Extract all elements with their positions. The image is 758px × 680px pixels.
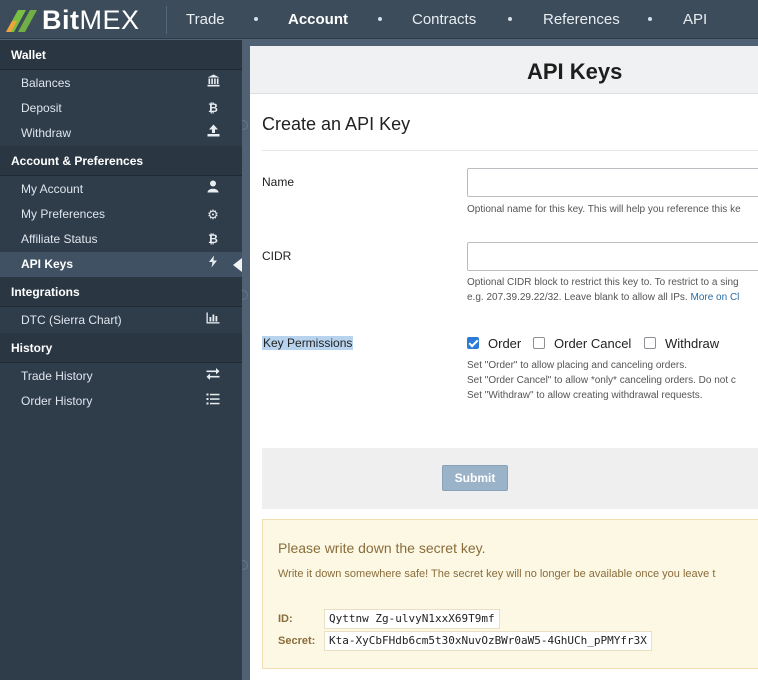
cidr-label: CIDR: [262, 249, 292, 263]
nav-dot: [508, 17, 512, 21]
withdraw-checkbox-label[interactable]: Withdraw: [665, 336, 719, 351]
nav-dot: [648, 17, 652, 21]
cidr-help-text: Optional CIDR block to restrict this key…: [467, 277, 739, 288]
sidebar-item-affiliate-status[interactable]: Affiliate Status ₿: [0, 227, 242, 252]
permission-help-text: Set "Order Cancel" to allow *only* cance…: [467, 375, 736, 386]
top-nav: BitMEX Trade Account Contracts Reference…: [0, 0, 758, 39]
page-header: API Keys: [250, 46, 758, 94]
sidebar-item-balances[interactable]: Balances: [0, 71, 242, 96]
page-title: API Keys: [527, 59, 623, 84]
nav-dot: [254, 17, 258, 21]
withdraw-checkbox[interactable]: [644, 337, 656, 349]
sidebar-item-order-history[interactable]: Order History: [0, 389, 242, 414]
name-input[interactable]: [467, 168, 758, 197]
secret-key-title: Please write down the secret key.: [278, 540, 486, 556]
sidebar-item-deposit[interactable]: Deposit ₿: [0, 96, 242, 121]
sidebar-item-dtc[interactable]: DTC (Sierra Chart): [0, 308, 242, 333]
gear-icon: ⚙: [207, 207, 219, 222]
sidebar-item-label: My Preferences: [21, 207, 106, 221]
sidebar-item-withdraw[interactable]: Withdraw: [0, 121, 242, 146]
secret-value[interactable]: Kta-XyCbFHdb6cm5t30xNuvOzBWr0aW5-4GhUCh_…: [324, 631, 652, 651]
sidebar-item-label: Trade History: [21, 369, 93, 383]
bitcoin-icon: ₿: [208, 232, 218, 246]
permission-help-text: Set "Order" to allow placing and canceli…: [467, 360, 687, 371]
sidebar-item-label: Withdraw: [21, 126, 72, 140]
sidebar-heading-account: Account & Preferences: [0, 146, 242, 176]
user-icon: [204, 177, 222, 202]
sidebar-item-label: Deposit: [21, 101, 62, 115]
sidebar-heading-integrations: Integrations: [0, 277, 242, 307]
key-id-label: ID:: [278, 613, 293, 625]
divider: [262, 150, 758, 151]
sidebar: Wallet Balances Deposit ₿ Withdraw Accou…: [0, 40, 242, 680]
cidr-input[interactable]: [467, 242, 758, 271]
secret-key-alert: Please write down the secret key. Write …: [262, 519, 758, 669]
permission-help-text: Set "Withdraw" to allow creating withdra…: [467, 390, 703, 401]
sidebar-item-my-account[interactable]: My Account: [0, 177, 242, 202]
bitmex-logo-icon: [6, 10, 37, 32]
nav-divider: [166, 6, 167, 34]
upload-icon: [204, 121, 222, 146]
sidebar-heading-history: History: [0, 333, 242, 363]
nav-account[interactable]: Account: [288, 11, 348, 28]
cidr-help-text-2: e.g. 207.39.29.22/32. Leave blank to all…: [467, 292, 740, 303]
name-help-text: Optional name for this key. This will he…: [467, 204, 741, 215]
section-title: Create an API Key: [262, 114, 411, 134]
key-permissions-label: Key Permissions: [262, 336, 354, 350]
nav-dot: [378, 17, 382, 21]
secret-key-note: Write it down somewhere safe! The secret…: [278, 568, 716, 580]
list-icon: [204, 389, 222, 414]
sidebar-item-label: DTC (Sierra Chart): [21, 313, 122, 327]
sidebar-item-my-preferences[interactable]: My Preferences ⚙: [0, 202, 242, 227]
submit-button[interactable]: Submit: [442, 465, 508, 491]
key-id-value[interactable]: Qyttnw Zg-ulvyN1xxX69T9mf: [324, 609, 500, 629]
sidebar-item-api-keys[interactable]: API Keys: [0, 252, 242, 277]
bitmex-logo[interactable]: BitMEX: [4, 4, 140, 36]
order-cancel-checkbox[interactable]: [533, 337, 545, 349]
sidebar-item-label: My Account: [21, 182, 84, 196]
api-keys-page: API Keys Create an API Key Name Optional…: [250, 46, 758, 680]
exchange-icon: [204, 364, 222, 389]
nav-trade[interactable]: Trade: [186, 11, 225, 28]
secret-label: Secret:: [278, 635, 316, 647]
bolt-icon: [204, 252, 222, 277]
active-indicator: [233, 258, 242, 272]
order-checkbox[interactable]: [467, 337, 479, 349]
sidebar-item-trade-history[interactable]: Trade History: [0, 364, 242, 389]
sidebar-item-label: Order History: [21, 394, 93, 408]
name-label: Name: [262, 175, 295, 189]
sidebar-item-label: Affiliate Status: [21, 232, 98, 246]
cidr-more-link[interactable]: More on Cl: [691, 292, 740, 303]
nav-api[interactable]: API: [683, 11, 707, 28]
nav-contracts[interactable]: Contracts: [412, 11, 476, 28]
bar-chart-icon: [204, 308, 222, 333]
form-actions: Submit: [262, 448, 758, 509]
order-checkbox-label[interactable]: Order: [488, 336, 521, 351]
sidebar-heading-wallet: Wallet: [0, 40, 242, 70]
sidebar-item-label: Balances: [21, 76, 71, 90]
bitmex-wordmark: BitMEX: [42, 4, 140, 35]
sidebar-item-label: API Keys: [21, 257, 74, 271]
bitcoin-icon: ₿: [208, 101, 218, 115]
bank-icon: [204, 71, 222, 96]
order-cancel-checkbox-label[interactable]: Order Cancel: [554, 336, 631, 351]
nav-references[interactable]: References: [543, 11, 620, 28]
